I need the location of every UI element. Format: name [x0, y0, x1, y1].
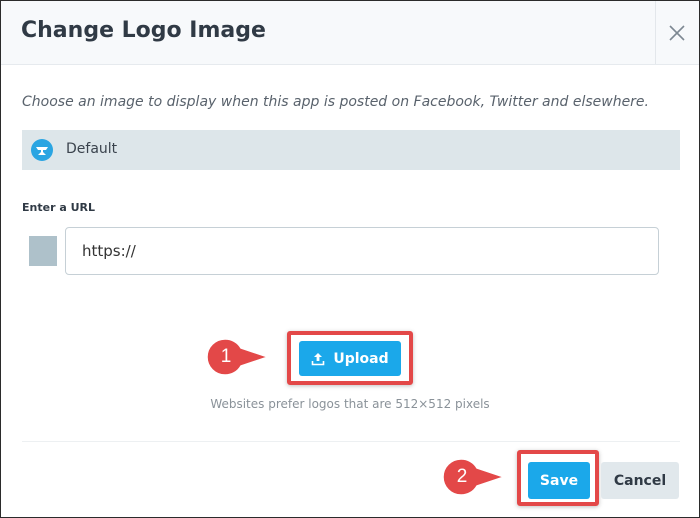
save-button[interactable]: Save — [528, 462, 590, 499]
step-2-badge: 2 — [442, 458, 507, 496]
default-logo-option[interactable]: Default — [22, 130, 680, 170]
header-divider — [655, 1, 656, 64]
step-1-number: 1 — [220, 346, 232, 367]
cancel-button[interactable]: Cancel — [601, 462, 679, 499]
upload-hint: Websites prefer logos that are 512×512 p… — [210, 397, 490, 411]
upload-button[interactable]: Upload — [299, 341, 401, 376]
step-2-number: 2 — [456, 466, 468, 487]
step-1-badge: 1 — [206, 338, 271, 376]
url-preview-swatch — [29, 236, 57, 266]
url-label: Enter a URL — [22, 201, 95, 214]
url-input[interactable] — [65, 227, 659, 275]
dialog-description: Choose an image to display when this app… — [22, 94, 649, 110]
anvil-logo-icon — [31, 139, 53, 161]
dialog-header: Change Logo Image — [1, 1, 699, 65]
default-logo-label: Default — [66, 141, 118, 157]
upload-button-label: Upload — [333, 350, 389, 367]
close-icon[interactable] — [667, 23, 687, 43]
upload-icon — [312, 352, 325, 365]
footer-divider — [22, 441, 680, 442]
dialog-title: Change Logo Image — [21, 18, 266, 43]
change-logo-dialog: Change Logo Image Choose an image to dis… — [0, 0, 700, 518]
